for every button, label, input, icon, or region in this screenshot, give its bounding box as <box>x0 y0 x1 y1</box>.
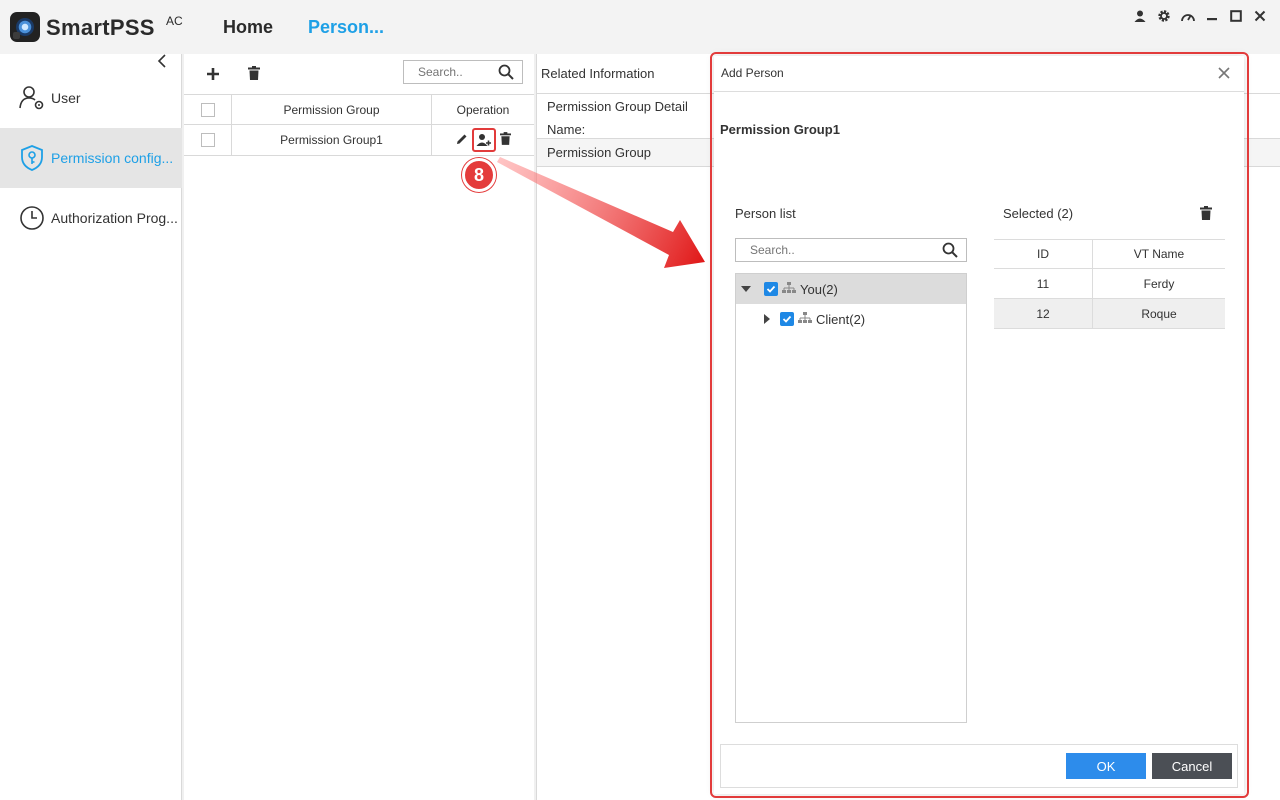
column-header-id[interactable]: ID <box>994 240 1093 268</box>
maximize-icon[interactable] <box>1228 6 1244 26</box>
gear-icon[interactable] <box>1156 6 1172 26</box>
app-name-superscript: AC <box>166 14 183 28</box>
search-icon[interactable] <box>498 64 514 83</box>
minimize-icon[interactable] <box>1204 6 1220 26</box>
selected-persons-table: ID VT Name 11 Ferdy 12 Roque <box>994 239 1225 723</box>
dialog-title: Add Person <box>721 66 784 80</box>
person-tree: You(2) Client(2) <box>735 273 967 723</box>
add-person-dialog: Add Person Permission Group1 Person list… <box>714 56 1244 794</box>
dialog-close-icon[interactable] <box>1218 63 1230 84</box>
add-person-icon <box>476 134 491 146</box>
sidebar-item-user[interactable]: User <box>0 68 182 128</box>
header-checkbox-cell <box>184 95 232 124</box>
window-controls <box>1132 6 1268 26</box>
tree-checkbox-client[interactable] <box>780 312 794 326</box>
permission-groups-panel: Permission Group Operation Permission Gr… <box>184 54 534 800</box>
user-icon[interactable] <box>1132 6 1148 26</box>
table-row[interactable]: 11 Ferdy <box>994 269 1225 299</box>
group-name-cell: Permission Group1 <box>232 125 432 155</box>
collapse-arrow-icon[interactable] <box>741 286 751 292</box>
detail-header: Permission Group Detail <box>547 99 688 114</box>
dialog-header: Add Person <box>714 56 1244 92</box>
person-name-cell: Ferdy <box>1143 276 1175 291</box>
tree-node-you[interactable]: You(2) <box>736 274 966 304</box>
related-information-title: Related Information <box>541 66 655 81</box>
app-logo <box>10 12 40 42</box>
sidebar-item-label: Permission config... <box>51 150 174 166</box>
org-tree-icon <box>782 281 796 297</box>
group-search-input[interactable] <box>404 61 492 83</box>
org-tree-icon <box>798 311 812 327</box>
shield-key-icon <box>17 143 47 173</box>
name-label: Name: <box>547 122 586 137</box>
person-id-cell: 11 <box>994 269 1093 298</box>
add-person-button[interactable] <box>471 128 496 152</box>
person-list-title: Person list <box>735 206 796 221</box>
tree-checkbox-you[interactable] <box>764 282 778 296</box>
sidebar-item-label: Authorization Prog... <box>51 210 178 226</box>
trash-icon <box>1200 206 1212 220</box>
table-header: ID VT Name <box>994 239 1225 269</box>
row-checkbox-cell <box>184 125 232 155</box>
tree-node-label: You(2) <box>800 281 838 297</box>
dialog-footer: OK Cancel <box>720 744 1238 788</box>
column-header-permission-group[interactable]: Permission Group <box>232 95 432 124</box>
speedometer-icon[interactable] <box>1180 6 1196 26</box>
tree-node-client[interactable]: Client(2) <box>736 304 966 334</box>
cancel-button[interactable]: Cancel <box>1152 753 1232 779</box>
selected-title: Selected (2) <box>1003 206 1074 221</box>
clock-icon <box>17 203 47 233</box>
group-search-box <box>403 60 523 84</box>
selected-group-name: Permission Group1 <box>720 122 840 137</box>
expand-arrow-icon[interactable] <box>764 314 770 324</box>
table-row[interactable]: 12 Roque <box>994 299 1225 329</box>
person-search-input[interactable] <box>736 239 926 261</box>
ok-button[interactable]: OK <box>1066 753 1146 779</box>
tree-node-label: Client(2) <box>816 311 866 327</box>
sidebar-item-authorization-progress[interactable]: Authorization Prog... <box>0 188 182 248</box>
select-all-checkbox[interactable] <box>200 102 215 117</box>
person-id-cell: 12 <box>994 299 1093 328</box>
title-bar: SmartPSS AC Home Person... <box>0 0 1280 54</box>
operation-cell <box>432 125 534 155</box>
user-gear-icon <box>17 83 47 113</box>
sidebar-item-label: User <box>51 90 81 106</box>
delete-row-icon[interactable] <box>499 132 511 148</box>
add-group-button[interactable] <box>206 64 220 87</box>
edit-pencil-icon[interactable] <box>456 133 468 148</box>
person-search-box <box>735 238 967 262</box>
collapse-sidebar-icon[interactable] <box>157 54 171 68</box>
step-badge: 8 <box>462 158 496 192</box>
row-checkbox[interactable] <box>200 133 215 147</box>
clear-selected-button[interactable] <box>1200 206 1212 223</box>
nav-person-tab[interactable]: Person... <box>308 17 384 38</box>
close-icon[interactable] <box>1252 6 1268 26</box>
permission-groups-table: Permission Group Operation Permission Gr… <box>184 94 534 156</box>
sidebar-item-permission-config[interactable]: Permission config... <box>0 128 182 188</box>
column-header-vt-name[interactable]: VT Name <box>1093 240 1225 268</box>
delete-group-button[interactable] <box>248 66 260 83</box>
sidebar: User Permission config... Authorization … <box>0 54 182 800</box>
app-name: SmartPSS <box>46 15 155 40</box>
nav-home-tab[interactable]: Home <box>223 17 273 38</box>
column-header-operation: Operation <box>456 102 510 117</box>
person-name-cell: Roque <box>1141 306 1177 321</box>
search-icon[interactable] <box>942 242 958 261</box>
table-header: Permission Group Operation <box>184 94 534 125</box>
table-row[interactable]: Permission Group1 <box>184 125 534 156</box>
